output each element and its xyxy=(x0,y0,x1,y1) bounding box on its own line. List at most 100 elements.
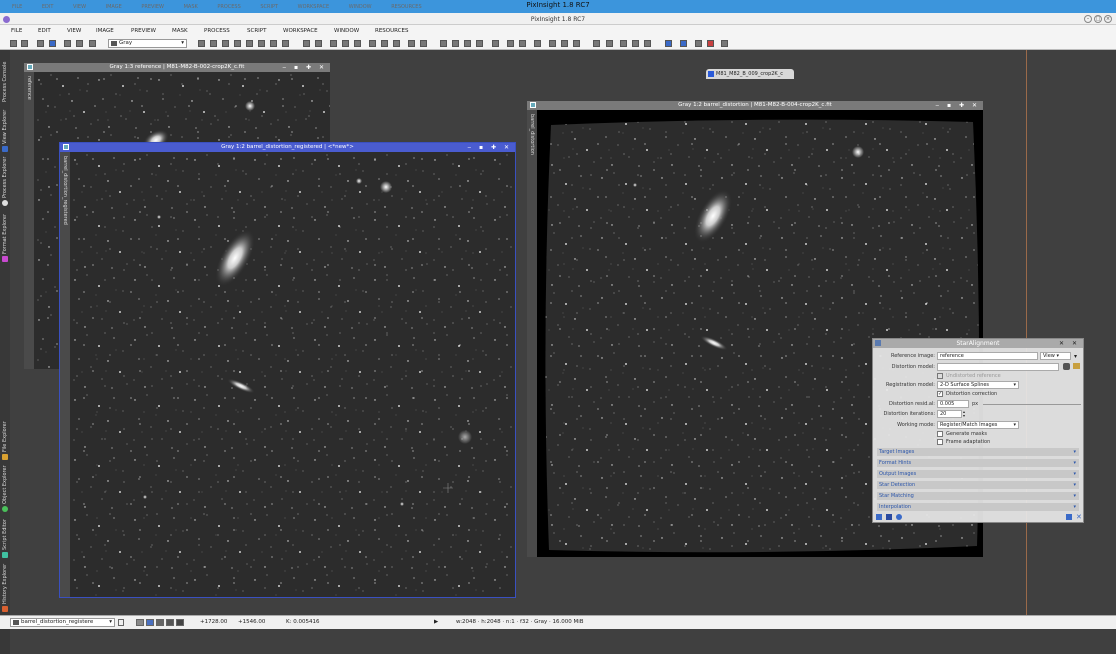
tab-history-explorer[interactable]: History Explorer xyxy=(0,562,10,614)
tile-icon[interactable] xyxy=(393,40,400,47)
view-id-tab[interactable]: reference xyxy=(24,72,34,369)
stf-reset-icon[interactable] xyxy=(620,40,627,47)
menu-image[interactable]: IMAGE xyxy=(96,28,114,34)
zoom-1-1-icon[interactable] xyxy=(330,40,337,47)
window-header[interactable]: Gray 1:2 barrel_distortion_registered | … xyxy=(60,143,515,152)
dialog-controls[interactable]: ✕ ✕ xyxy=(1059,339,1080,348)
channel-rgb-icon[interactable] xyxy=(440,40,447,47)
window-header[interactable]: Gray 1:3 reference | M81-M82-B-002-crop2… xyxy=(24,63,330,72)
distortion-residual-slider[interactable] xyxy=(983,404,1081,405)
apply-icon[interactable] xyxy=(886,514,892,520)
abort-icon[interactable] xyxy=(707,40,714,47)
menu-preview[interactable]: PREVIEW xyxy=(131,28,156,34)
zoom-2-1-icon[interactable] xyxy=(342,40,349,47)
stf-link-icon[interactable] xyxy=(632,40,639,47)
view-selector[interactable]: barrel_distortion_registere ▾ xyxy=(10,618,115,627)
move-icon[interactable] xyxy=(234,40,241,47)
zoom-out-icon[interactable] xyxy=(315,40,322,47)
open-icon[interactable] xyxy=(37,40,44,47)
reset-icon[interactable]: ✕ xyxy=(1076,514,1082,521)
stf-preset-1-icon[interactable] xyxy=(136,619,144,626)
menu-script[interactable]: SCRIPT xyxy=(247,28,266,34)
frame-adaptation-checkbox[interactable] xyxy=(937,439,943,445)
properties-icon[interactable] xyxy=(89,40,96,47)
generate-masks-checkbox[interactable] xyxy=(937,431,943,437)
reference-type-select[interactable]: View ▾ xyxy=(1040,352,1071,360)
readout-icon[interactable] xyxy=(246,40,253,47)
window-controls[interactable]: ‒ ▪ ✚ ✕ xyxy=(935,101,980,110)
undo-icon[interactable] xyxy=(10,40,17,47)
minimize-button[interactable]: – xyxy=(1084,15,1092,23)
image-view[interactable] xyxy=(70,152,515,597)
zoom-in-icon[interactable] xyxy=(303,40,310,47)
image-window-registered[interactable]: Gray 1:2 barrel_distortion_registered | … xyxy=(59,142,516,598)
reference-image-input[interactable]: reference xyxy=(937,352,1038,360)
iconized-image[interactable]: M81_M82_B_009_crop2K_c xyxy=(706,69,794,79)
stf-icon[interactable] xyxy=(593,40,600,47)
save-icon[interactable] xyxy=(49,40,56,47)
process-icon[interactable] xyxy=(680,40,687,47)
channel-l-icon[interactable] xyxy=(492,40,499,47)
fit-window-icon[interactable] xyxy=(381,40,388,47)
folder-icon[interactable] xyxy=(1073,363,1080,369)
close-button[interactable]: × xyxy=(1104,15,1112,23)
menu-file[interactable]: FILE xyxy=(11,28,22,34)
view-id-tab[interactable]: barrel_distortion_registered xyxy=(60,152,70,597)
tab-process-explorer[interactable]: Process Explorer xyxy=(0,156,10,208)
stf-preset-5-icon[interactable] xyxy=(176,619,184,626)
section-target-images[interactable]: Target Images ▾ xyxy=(877,448,1079,456)
section-star-matching[interactable]: Star Matching ▾ xyxy=(877,492,1079,500)
view-icon[interactable] xyxy=(118,619,124,626)
channel-b-icon[interactable] xyxy=(476,40,483,47)
cascade-icon[interactable] xyxy=(408,40,415,47)
new-image-icon[interactable] xyxy=(64,40,71,47)
preview-icon[interactable] xyxy=(258,40,265,47)
maximize-button[interactable]: □ xyxy=(1094,15,1102,23)
crosshair-icon[interactable] xyxy=(222,40,229,47)
tab-file-explorer[interactable]: File Explorer xyxy=(0,418,10,462)
mask-enable-icon[interactable] xyxy=(549,40,556,47)
dialog-header[interactable]: StarAlignment ✕ ✕ xyxy=(873,339,1083,348)
view-id-tab[interactable]: barrel_distortion xyxy=(527,110,537,557)
tab-process-console[interactable]: Process Console xyxy=(0,54,10,104)
duplicate-icon[interactable] xyxy=(76,40,83,47)
tab-format-explorer[interactable]: Format Explorer xyxy=(0,210,10,265)
section-format-hints[interactable]: Format Hints ▾ xyxy=(877,459,1079,467)
menu-edit[interactable]: EDIT xyxy=(38,28,51,34)
redo-icon[interactable] xyxy=(21,40,28,47)
mask-show-icon[interactable] xyxy=(534,40,541,47)
channel-g-icon[interactable] xyxy=(464,40,471,47)
working-mode-select[interactable]: Register/Match Images ▾ xyxy=(937,421,1019,429)
star-alignment-dialog[interactable]: StarAlignment ✕ ✕ Reference image: refer… xyxy=(872,338,1084,523)
channel-c-icon[interactable] xyxy=(519,40,526,47)
chevron-down-icon[interactable]: ▾ xyxy=(1074,353,1077,360)
stf-preset-4-icon[interactable] xyxy=(166,619,174,626)
console-icon[interactable] xyxy=(695,40,702,47)
pan-icon[interactable] xyxy=(198,40,205,47)
help-icon[interactable] xyxy=(721,40,728,47)
distortion-correction-checkbox[interactable]: ✓ xyxy=(937,391,943,397)
menu-view[interactable]: VIEW xyxy=(67,28,81,34)
stf-preset-3-icon[interactable] xyxy=(156,619,164,626)
menu-workspace[interactable]: WORKSPACE xyxy=(283,28,318,34)
mask-invert-icon[interactable] xyxy=(561,40,568,47)
menu-process[interactable]: PROCESS xyxy=(204,28,230,34)
mask-mode-icon[interactable] xyxy=(573,40,580,47)
tab-script-editor[interactable]: Script Editor xyxy=(0,516,10,560)
arrange-icon[interactable] xyxy=(420,40,427,47)
window-controls[interactable]: ‒ ▪ ✚ ✕ xyxy=(467,143,512,152)
spin-icon[interactable]: ▴ ▾ xyxy=(963,410,965,418)
new-instance-icon[interactable] xyxy=(876,514,882,520)
section-star-detection[interactable]: Star Detection ▾ xyxy=(877,481,1079,489)
explorer-icon[interactable] xyxy=(665,40,672,47)
distortion-residual-input[interactable]: 0.005 xyxy=(937,400,969,408)
channel-r-icon[interactable] xyxy=(452,40,459,47)
clear-icon[interactable] xyxy=(1063,363,1070,370)
distortion-model-input[interactable] xyxy=(937,363,1059,371)
undistorted-reference-checkbox[interactable] xyxy=(937,373,943,379)
window-header[interactable]: Gray 1:2 barrel_distortion | M81-M82-B-0… xyxy=(527,101,983,110)
pointer-icon[interactable] xyxy=(282,40,289,47)
stf-auto-icon[interactable] xyxy=(606,40,613,47)
menu-mask[interactable]: MASK xyxy=(172,28,188,34)
menu-window[interactable]: WINDOW xyxy=(334,28,359,34)
